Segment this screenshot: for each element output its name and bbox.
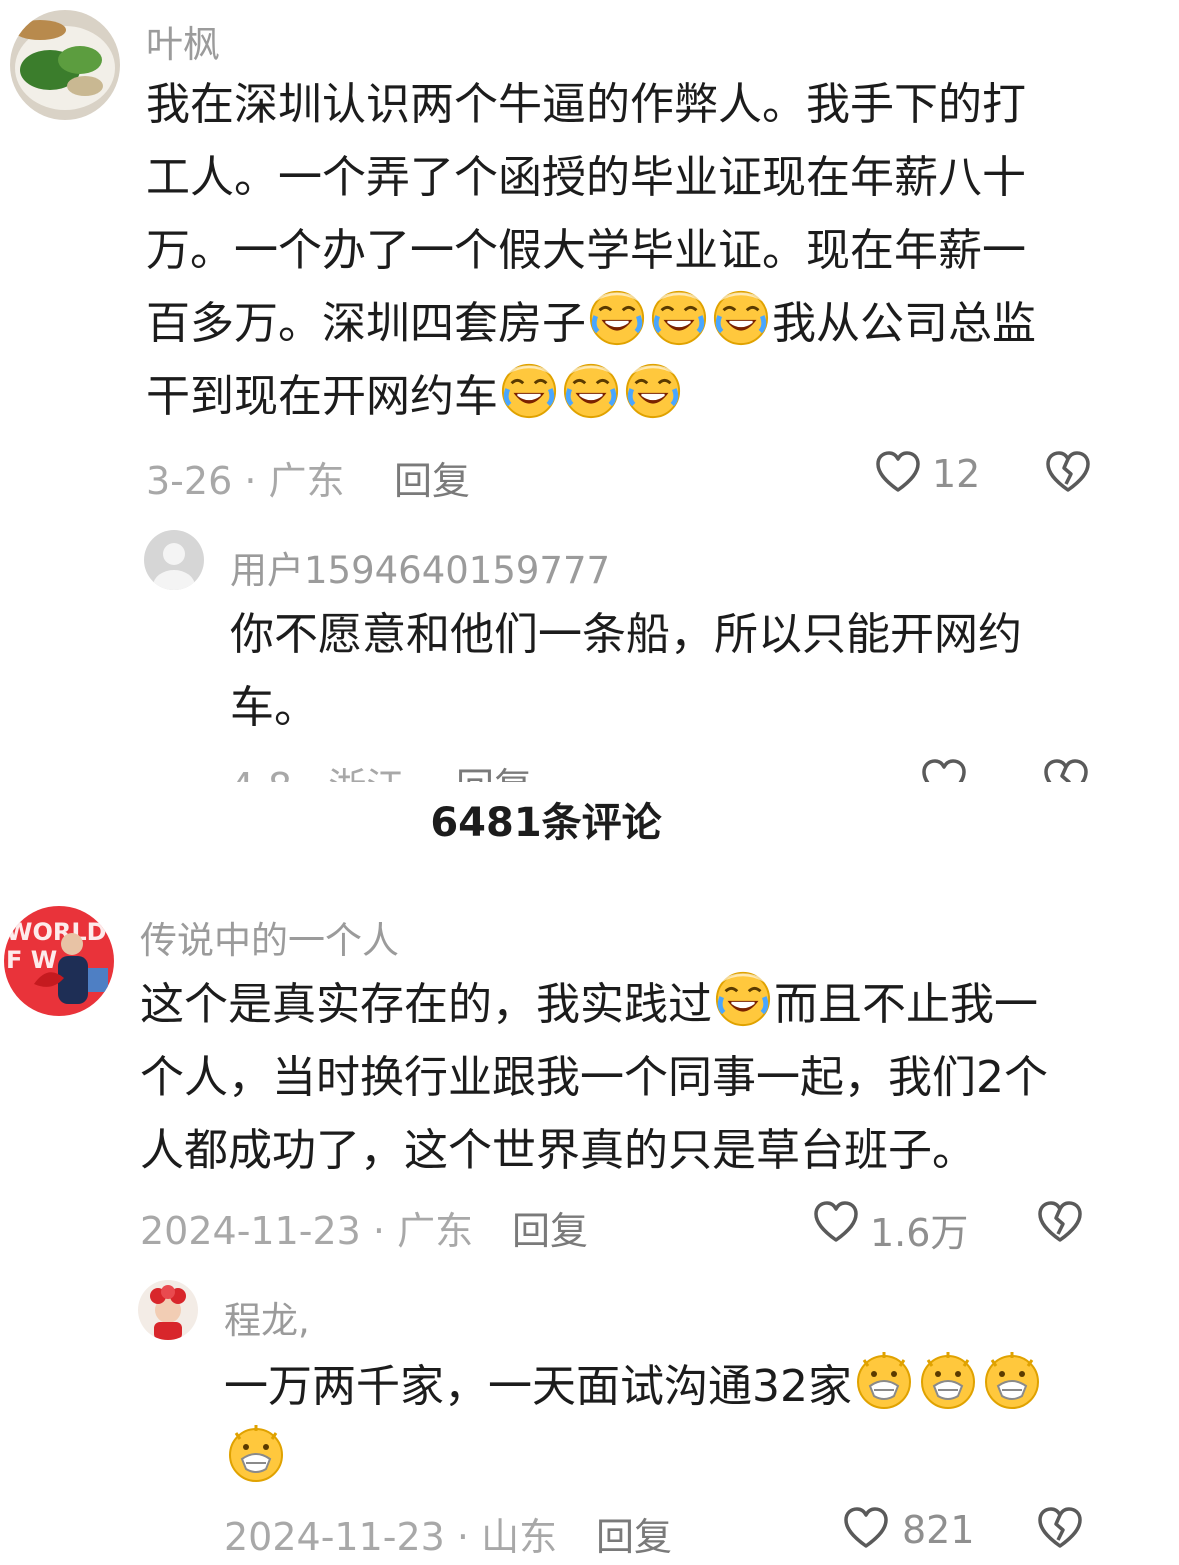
reply-button[interactable]: 回复 — [596, 1506, 672, 1561]
comment-date-location: 2024-11-23 · 广东 — [140, 1209, 474, 1253]
reply-line: 一万两千家，一天面试沟通32家 — [224, 1350, 1124, 1423]
reply-button[interactable]: 回复 — [394, 450, 470, 505]
avatar[interactable] — [138, 1280, 198, 1340]
reply-line: 车。 — [230, 682, 318, 733]
reply-line — [224, 1423, 1124, 1496]
laughing-crying-emoji-icon — [650, 289, 708, 347]
reply-text: 你不愿意和他们一条船，所以只能开网约 车。 — [230, 598, 1130, 744]
comment-line: 个人，当时换行业跟我一个同事一起，我们2个 — [140, 1052, 1048, 1103]
laughing-crying-emoji-icon — [714, 970, 772, 1028]
reply-username[interactable]: 程龙, — [224, 1290, 310, 1344]
comment-text: 这个是真实存在的，我实践过 而且不止我一 个人，当时换行业跟我一个同事一起，我们2… — [140, 968, 1140, 1187]
dislike-broken-heart-icon[interactable] — [1042, 756, 1090, 782]
laughing-crying-emoji-icon — [562, 362, 620, 420]
laughing-crying-emoji-icon — [500, 362, 558, 420]
dislike-broken-heart-icon[interactable] — [1044, 448, 1092, 496]
avatar[interactable] — [10, 10, 120, 120]
dislike-broken-heart-icon[interactable] — [1036, 1504, 1084, 1552]
avatar-default[interactable] — [144, 530, 204, 590]
clipped-meta-row: 4-8 · 浙江 回复 — [0, 752, 1179, 782]
like-heart-icon[interactable] — [812, 1198, 860, 1246]
svg-text:F W: F W — [6, 946, 57, 974]
reply-date-location: 4-8 · 浙江 — [230, 756, 404, 782]
reply-button[interactable]: 回复 — [512, 1200, 588, 1255]
laughing-crying-emoji-icon — [712, 289, 770, 347]
comment-line: 人都成功了，这个世界真的只是草台班子。 — [140, 1125, 976, 1176]
facepalm-emoji-icon — [226, 1423, 286, 1483]
comment-line: 这个是真实存在的，我实践过 而且不止我一 — [140, 968, 1140, 1041]
reply-line: 你不愿意和他们一条船，所以只能开网约 — [230, 609, 1022, 660]
like-count: 1.6万 — [870, 1211, 969, 1255]
laughing-crying-emoji-icon — [588, 289, 646, 347]
facepalm-emoji-icon — [918, 1350, 978, 1410]
comment-username[interactable]: 叶枫 — [146, 14, 220, 68]
comment-line: 工人。一个弄了个函授的毕业证现在年薪八十 — [146, 152, 1026, 203]
comment-username[interactable]: 传说中的一个人 — [140, 910, 399, 964]
svg-text:WORLD: WORLD — [6, 918, 107, 946]
reply-date-location: 2024-11-23 · 山东 — [224, 1515, 558, 1559]
comment-line: 干到现在开网约车 — [146, 360, 1136, 433]
facepalm-emoji-icon — [854, 1350, 914, 1410]
like-count: 12 — [932, 452, 981, 496]
reply-text: 一万两千家，一天面试沟通32家 — [224, 1350, 1124, 1496]
comment-count-title: 6481条评论 — [430, 800, 662, 846]
reply-button[interactable]: 回复 — [456, 756, 532, 782]
comment-line: 我在深圳认识两个牛逼的作弊人。我手下的打 — [146, 79, 1026, 130]
like-heart-icon[interactable] — [920, 756, 968, 782]
dislike-broken-heart-icon[interactable] — [1036, 1198, 1084, 1246]
comment-text: 我在深圳认识两个牛逼的作弊人。我手下的打 工人。一个弄了个函授的毕业证现在年薪八… — [146, 68, 1136, 433]
avatar[interactable]: WORLD F W — [4, 906, 114, 1016]
like-heart-icon[interactable] — [874, 448, 922, 496]
comment-line: 百多万。深圳四套房子 我从公司总监 — [146, 287, 1136, 360]
like-heart-icon[interactable] — [842, 1504, 890, 1552]
laughing-crying-emoji-icon — [624, 362, 682, 420]
facepalm-emoji-icon — [982, 1350, 1042, 1410]
comment-date-location: 3-26 · 广东 — [146, 459, 345, 503]
like-count: 821 — [902, 1508, 975, 1552]
comment-line: 万。一个办了一个假大学毕业证。现在年薪一 — [146, 225, 1026, 276]
reply-username[interactable]: 用户1594640159777 — [230, 540, 610, 594]
